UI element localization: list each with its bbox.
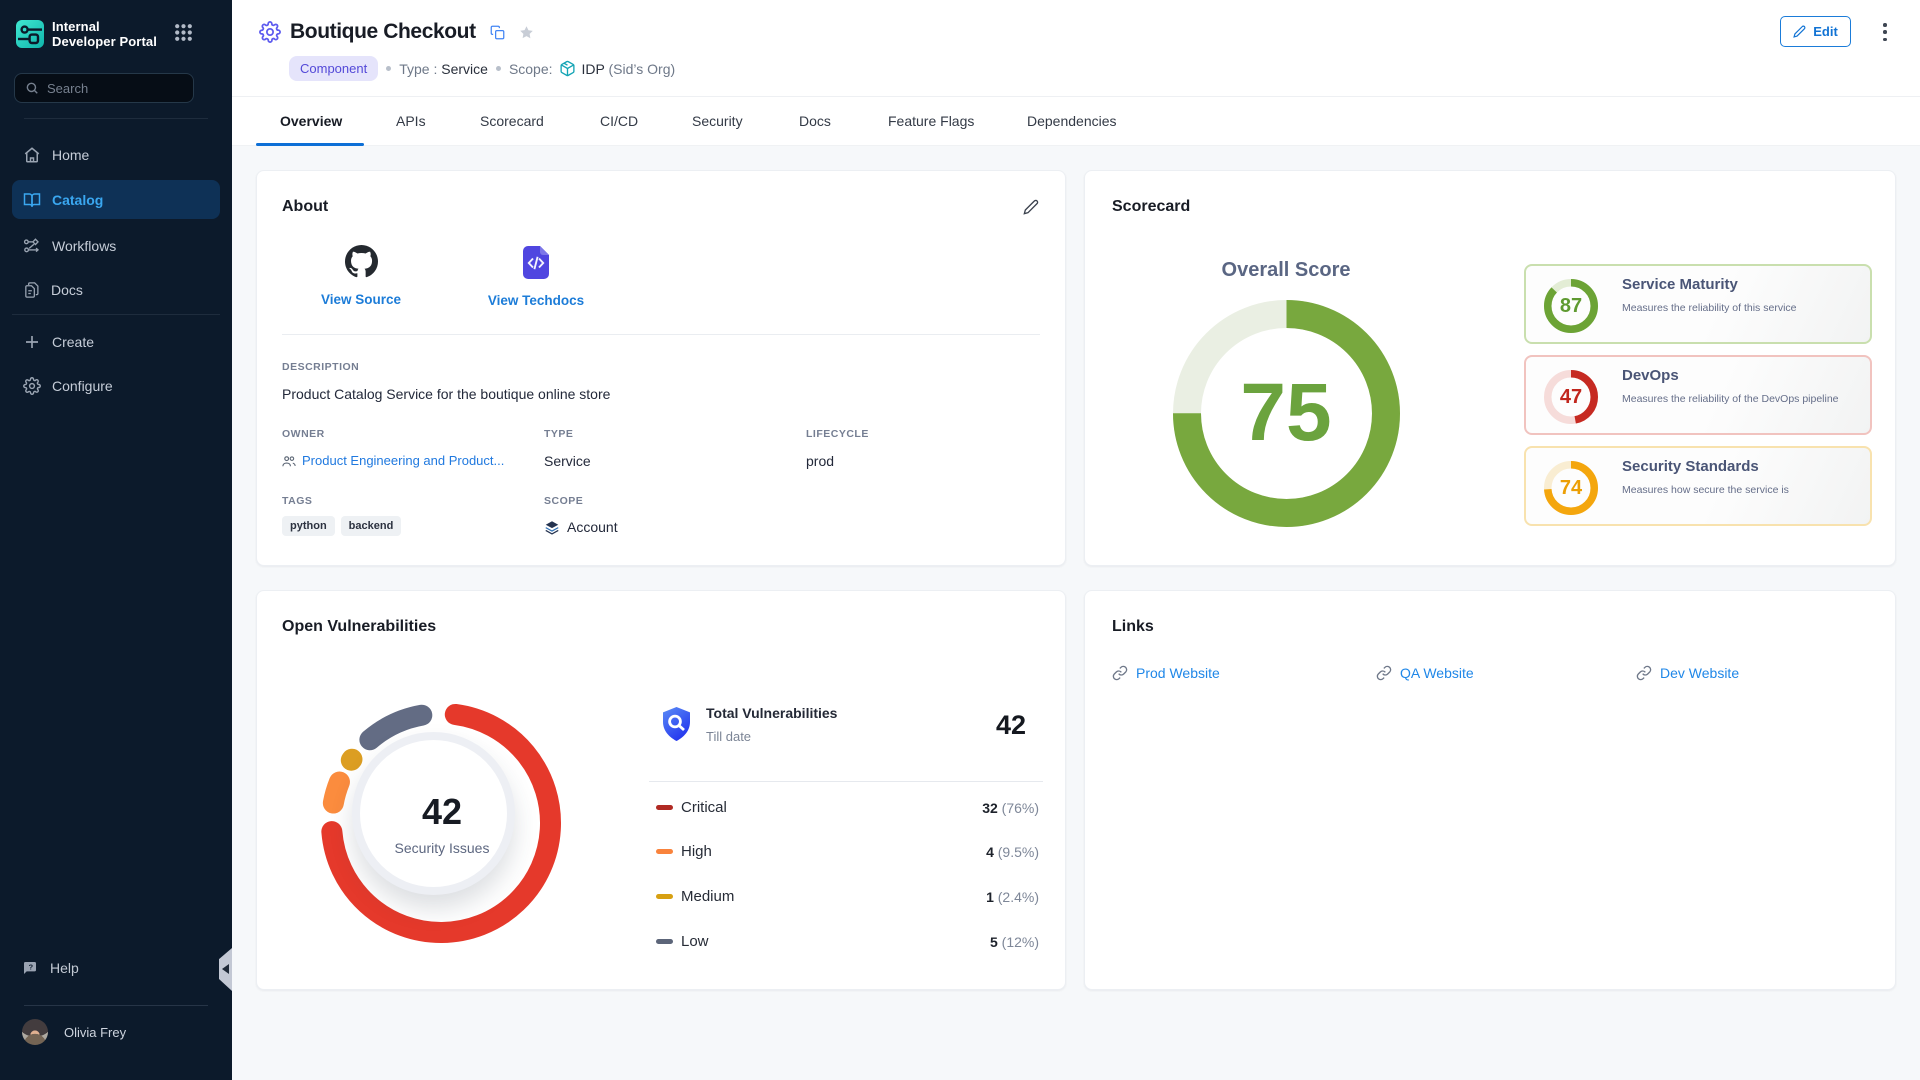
svg-text:?: ? — [29, 962, 34, 971]
